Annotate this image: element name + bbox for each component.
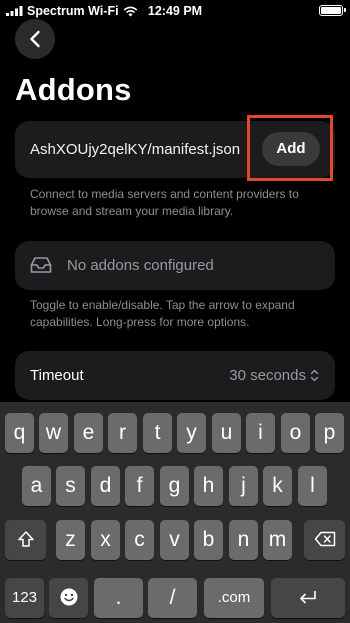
- key-i[interactable]: i: [246, 413, 275, 453]
- key-m[interactable]: m: [263, 520, 292, 560]
- carrier-name: Spectrum Wi-Fi: [27, 4, 119, 18]
- key-b[interactable]: b: [194, 520, 223, 560]
- key-x[interactable]: x: [91, 520, 120, 560]
- key-n[interactable]: n: [229, 520, 258, 560]
- shift-key[interactable]: [5, 520, 46, 560]
- addons-empty-state: No addons configured: [15, 241, 335, 290]
- timeout-select[interactable]: 30 seconds: [229, 351, 319, 400]
- dotcom-key[interactable]: .com: [204, 578, 264, 618]
- key-a[interactable]: a: [22, 466, 51, 506]
- key-d[interactable]: d: [91, 466, 120, 506]
- connect-hint: Connect to media servers and content pro…: [30, 187, 299, 218]
- numbers-key[interactable]: 123: [5, 578, 44, 618]
- key-z[interactable]: z: [56, 520, 85, 560]
- key-r[interactable]: r: [108, 413, 137, 453]
- key-j[interactable]: j: [229, 466, 258, 506]
- signal-icon: [6, 6, 23, 16]
- delete-key[interactable]: [304, 520, 345, 560]
- key-u[interactable]: u: [212, 413, 241, 453]
- chevron-left-icon: [30, 30, 40, 48]
- timeout-label: Timeout: [30, 367, 84, 384]
- shift-icon: [17, 531, 34, 547]
- key-y[interactable]: y: [177, 413, 206, 453]
- key-g[interactable]: g: [160, 466, 189, 506]
- keyboard: q w e r t y u i o p a s d f g h j k l z …: [0, 402, 350, 623]
- status-carrier: Spectrum Wi-Fi: [6, 4, 138, 18]
- key-l[interactable]: l: [298, 466, 327, 506]
- backspace-icon: [314, 531, 335, 547]
- page-title: Addons: [15, 72, 132, 107]
- toggle-hint: Toggle to enable/disable. Tap the arrow …: [30, 298, 295, 329]
- return-key[interactable]: [271, 578, 345, 618]
- emoji-key[interactable]: [49, 578, 88, 618]
- back-button[interactable]: [15, 19, 55, 59]
- tray-icon: [30, 257, 52, 273]
- dot-key[interactable]: .: [94, 578, 143, 618]
- wifi-icon: [123, 6, 137, 16]
- timeout-row[interactable]: Timeout 30 seconds: [15, 351, 335, 400]
- empty-state-label: No addons configured: [67, 257, 214, 274]
- addon-url-input[interactable]: AshXOUjy2qelKY/manifest.json: [30, 121, 268, 178]
- emoji-icon: [60, 588, 77, 606]
- return-icon: [300, 590, 316, 604]
- key-p[interactable]: p: [315, 413, 344, 453]
- battery-icon: [319, 5, 346, 16]
- key-v[interactable]: v: [160, 520, 189, 560]
- key-e[interactable]: e: [74, 413, 103, 453]
- key-k[interactable]: k: [263, 466, 292, 506]
- timeout-value: 30 seconds: [229, 367, 306, 384]
- chevron-up-down-icon: [310, 369, 319, 382]
- key-t[interactable]: t: [143, 413, 172, 453]
- key-q[interactable]: q: [5, 413, 34, 453]
- status-bar: 12:49 PM Spectrum Wi-Fi: [0, 0, 350, 22]
- key-f[interactable]: f: [125, 466, 154, 506]
- slash-key[interactable]: /: [148, 578, 197, 618]
- key-h[interactable]: h: [194, 466, 223, 506]
- key-w[interactable]: w: [39, 413, 68, 453]
- key-s[interactable]: s: [56, 466, 85, 506]
- highlight-box: [247, 115, 333, 181]
- key-c[interactable]: c: [125, 520, 154, 560]
- key-o[interactable]: o: [281, 413, 310, 453]
